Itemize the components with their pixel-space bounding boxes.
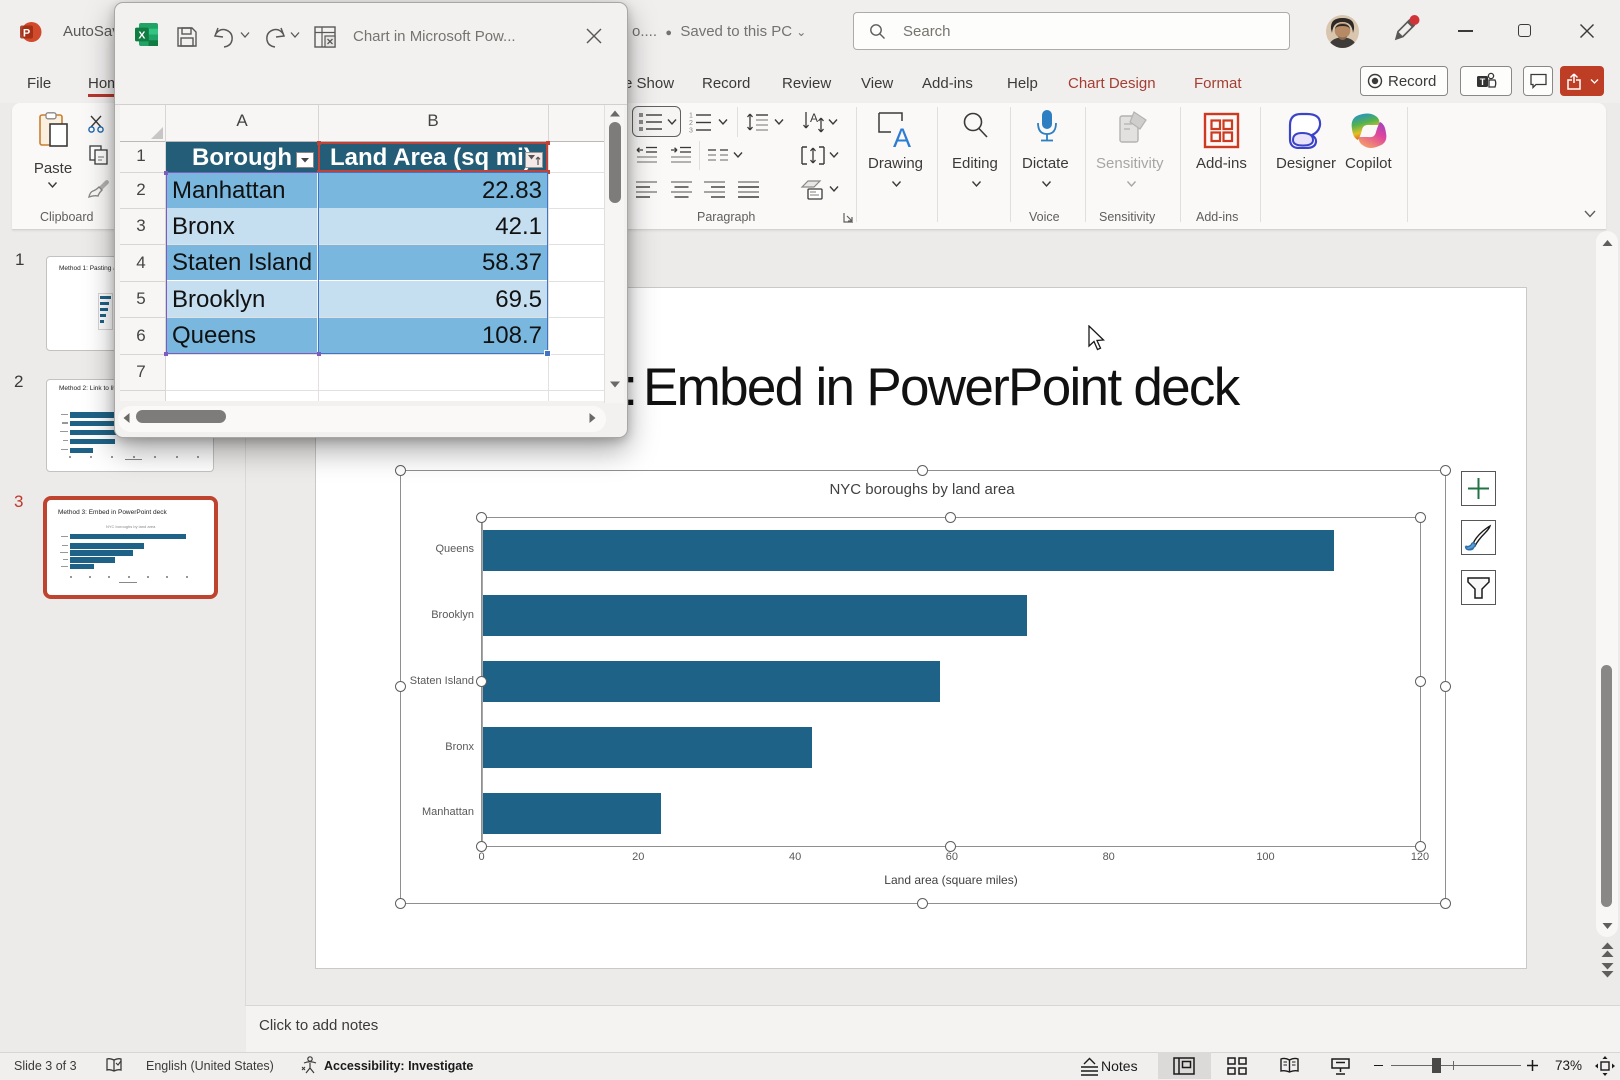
svg-text:A: A: [810, 111, 818, 125]
svg-text:1: 1: [689, 113, 693, 120]
svg-text:2: 2: [689, 120, 693, 127]
svg-text:X: X: [138, 30, 145, 42]
svg-text:T: T: [1480, 77, 1486, 87]
svg-text:P: P: [23, 28, 30, 40]
svg-text:A: A: [893, 123, 911, 149]
svg-text:3: 3: [689, 128, 693, 134]
